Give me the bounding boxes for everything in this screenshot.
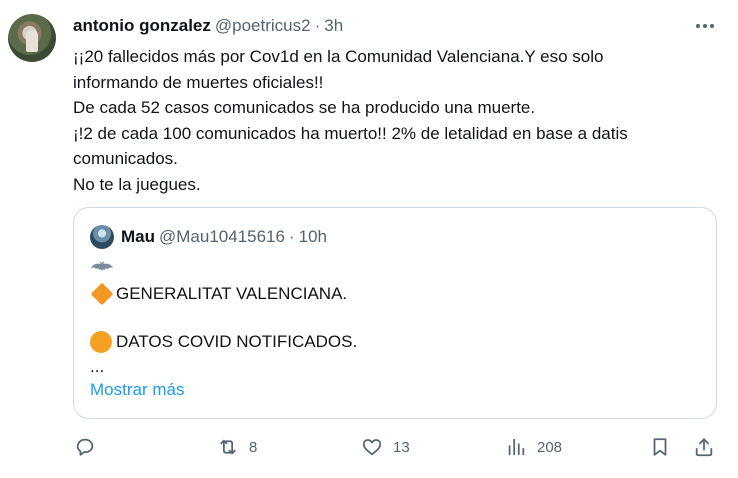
tweet[interactable]: antonio gonzalez @poetricus2 · 3h ¡¡20 f… [0, 0, 738, 478]
author-name[interactable]: antonio gonzalez [73, 16, 211, 36]
tweet-line: ¡¡20 fallecidos más por Cov1d en la Comu… [73, 47, 604, 66]
quoted-timestamp: 10h [298, 227, 328, 246]
quoted-line-2: DATOS COVID NOTIFICADOS. [90, 330, 357, 354]
views-button[interactable]: 208 [505, 432, 562, 462]
like-button[interactable]: 13 [361, 432, 410, 462]
tweet-line: ¡!2 de cada 100 comunicados ha muerto!! … [73, 123, 628, 143]
tweet-line: informando de muertes oficiales!! [73, 72, 324, 92]
orange-diamond-icon [90, 282, 114, 306]
bookmark-icon [653, 438, 667, 456]
bat-icon [91, 261, 113, 271]
author-handle[interactable]: @poetricus2 [215, 16, 311, 36]
retweet-button[interactable]: 8 [217, 432, 257, 462]
tweet-timestamp[interactable]: 3h [324, 16, 343, 36]
quoted-text-1: GENERALITAT VALENCIANA. [116, 284, 348, 303]
like-count: 13 [393, 438, 410, 456]
show-more-link[interactable]: Mostrar más [90, 380, 184, 400]
retweet-icon [220, 439, 236, 455]
quoted-separator: · [288, 227, 295, 246]
quoted-ellipsis: ... [90, 357, 105, 376]
tweet-line: comunicados. [73, 149, 178, 168]
author-avatar[interactable] [8, 14, 56, 62]
quoted-line-1: GENERALITAT VALENCIANA. [90, 282, 347, 306]
quoted-text-2: DATOS COVID NOTIFICADOS. [116, 332, 358, 351]
quoted-emoji-row [90, 257, 114, 279]
quoted-tweet-card[interactable]: Mau @Mau10415616 · 10h GENERALITAT VALEN… [73, 207, 717, 419]
reply-icon [76, 438, 94, 456]
tweet-text: ¡¡20 fallecidos más por Cov1d en la Comu… [73, 44, 713, 197]
retweet-count: 8 [249, 438, 258, 456]
quoted-author-name: Mau [121, 227, 155, 246]
heart-icon [362, 439, 382, 456]
avatar-figure [26, 30, 38, 52]
views-count: 208 [537, 438, 563, 456]
share-icon [695, 438, 713, 457]
action-bar: 8 13 208 [0, 432, 738, 462]
bookmark-button[interactable] [649, 432, 671, 462]
header-separator: · [314, 16, 321, 35]
tweet-line: No te la juegues. [73, 174, 201, 194]
views-icon [508, 438, 525, 456]
share-button[interactable] [693, 432, 715, 462]
tweet-header: antonio gonzalez @poetricus2 · 3h [73, 15, 343, 37]
reply-button[interactable] [74, 432, 106, 462]
more-options-icon[interactable] [694, 16, 716, 36]
orange-circle-icon [90, 331, 112, 353]
quoted-author-avatar [90, 225, 114, 249]
quoted-author-handle: @Mau10415616 [159, 227, 285, 246]
quoted-header: Mau @Mau10415616 · 10h [121, 226, 327, 248]
tweet-line: De cada 52 casos comunicados se ha produ… [73, 98, 536, 117]
